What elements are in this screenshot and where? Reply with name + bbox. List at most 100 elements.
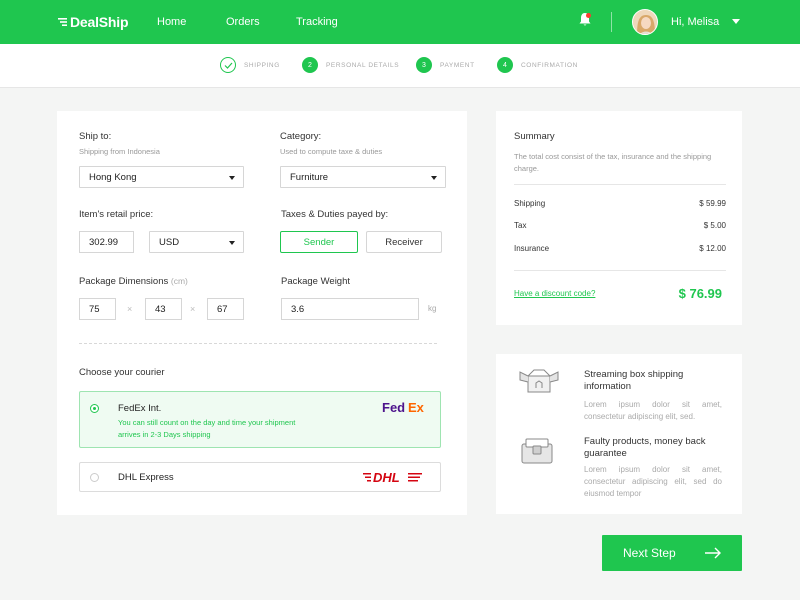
step-number: 2 <box>302 57 318 73</box>
width-input[interactable]: 43 <box>145 298 182 320</box>
nav-home[interactable]: Home <box>157 16 186 28</box>
summary-row-insurance: Insurance $ 12.00 <box>514 244 726 253</box>
caret-down-icon <box>229 176 235 180</box>
user-greeting[interactable]: Hi, Melisa <box>671 16 719 28</box>
weight-unit: kg <box>428 304 437 313</box>
info-text-shipping: Lorem ipsum dolor sit amet, consectetur … <box>584 400 722 421</box>
discount-code-link[interactable]: Have a discount code? <box>514 289 595 298</box>
next-step-button[interactable]: Next Step <box>602 535 742 571</box>
category-value: Furniture <box>290 172 329 183</box>
step-label: CONFIRMATION <box>521 61 578 69</box>
taxes-payer-label: Taxes & Duties payed by: <box>281 209 389 220</box>
category-hint: Used to compute taxe & duties <box>280 147 383 156</box>
checkout-stepper: SHIPPING 2 PERSONAL DETAILS 3 PAYMENT 4 … <box>0 44 800 88</box>
times-separator: × <box>190 304 196 314</box>
nav-tracking[interactable]: Tracking <box>296 16 338 28</box>
chevron-down-icon[interactable] <box>732 19 740 24</box>
row-value: $ 5.00 <box>703 221 726 230</box>
top-navbar: DealShip Home Orders Tracking Hi, Melisa <box>0 0 800 44</box>
fedex-radio[interactable] <box>90 404 99 413</box>
row-value: $ 59.99 <box>699 199 726 208</box>
section-divider <box>79 343 437 344</box>
height-input[interactable]: 67 <box>207 298 244 320</box>
svg-text:Ex: Ex <box>408 400 425 415</box>
caret-down-icon <box>431 176 437 180</box>
svg-text:DHL: DHL <box>373 470 400 485</box>
step-confirmation[interactable]: 4 CONFIRMATION <box>497 57 578 73</box>
summary-row-shipping: Shipping $ 59.99 <box>514 199 726 208</box>
ship-to-label: Ship to: <box>79 131 112 142</box>
currency-value: USD <box>159 237 180 248</box>
step-number: 4 <box>497 57 513 73</box>
weight-input[interactable]: 3.6 <box>281 298 419 320</box>
retail-price-input[interactable]: 302.99 <box>79 231 134 253</box>
fedex-name: FedEx Int. <box>118 403 162 414</box>
dhl-radio[interactable] <box>90 473 99 482</box>
weight-value: 3.6 <box>291 304 305 315</box>
wallet-icon <box>521 438 553 464</box>
caret-down-icon <box>229 241 235 245</box>
row-label: Shipping <box>514 199 546 208</box>
svg-text:Fed: Fed <box>382 400 405 415</box>
avatar[interactable] <box>632 9 658 35</box>
step-label: PERSONAL DETAILS <box>326 61 400 69</box>
ship-to-value: Hong Kong <box>89 172 137 183</box>
summary-description: The total cost consist of the tax, insur… <box>514 152 712 173</box>
retail-price-label: Item's retail price: <box>79 209 154 220</box>
step-payment[interactable]: 3 PAYMENT <box>416 57 475 73</box>
dhl-name: DHL Express <box>118 472 174 483</box>
speed-lines-icon <box>58 18 67 26</box>
row-label: Tax <box>514 221 527 230</box>
summary-row-tax: Tax $ 5.00 <box>514 221 726 230</box>
currency-select[interactable]: USD <box>149 231 244 253</box>
dhl-logo: DHL <box>363 470 422 485</box>
summary-title: Summary <box>514 131 555 142</box>
category-select[interactable]: Furniture <box>280 166 446 188</box>
row-label: Insurance <box>514 244 550 253</box>
avatar-image <box>633 10 657 34</box>
choose-courier-label: Choose your courier <box>79 367 165 378</box>
summary-divider <box>514 270 726 271</box>
summary-card: Summary The total cost consist of the ta… <box>496 111 742 325</box>
receiver-button[interactable]: Receiver <box>366 231 442 253</box>
brand-logo[interactable]: DealShip <box>58 14 129 30</box>
step-shipping[interactable]: SHIPPING <box>220 57 280 73</box>
check-icon <box>220 57 236 73</box>
step-personal-details[interactable]: 2 PERSONAL DETAILS <box>302 57 399 73</box>
header-divider <box>611 12 612 32</box>
info-title-guarantee: Faulty products, money back guarantee <box>584 436 706 459</box>
category-label: Category: <box>280 131 322 142</box>
info-card: Streaming box shipping information Lorem… <box>496 354 742 514</box>
ship-to-hint: Shipping from Indonesia <box>79 147 160 156</box>
retail-price-value: 302.99 <box>89 237 119 248</box>
dimensions-label-text: Package Dimensions <box>79 276 169 287</box>
arrow-right-icon <box>705 547 721 559</box>
summary-divider <box>514 184 726 185</box>
nav-orders[interactable]: Orders <box>226 16 260 28</box>
fedex-logo: Fed Ex <box>382 400 425 415</box>
step-label: SHIPPING <box>244 61 280 69</box>
height-value: 67 <box>217 304 228 315</box>
length-value: 75 <box>89 304 100 315</box>
width-value: 43 <box>155 304 166 315</box>
fedex-note: You can still count on the day and time … <box>118 418 296 439</box>
info-title-shipping: Streaming box shipping information <box>584 369 684 392</box>
dimensions-unit: (cm) <box>170 276 188 286</box>
next-step-label: Next Step <box>623 546 676 560</box>
row-value: $ 12.00 <box>699 244 726 253</box>
ship-to-select[interactable]: Hong Kong <box>79 166 244 188</box>
info-text-guarantee: Lorem ipsum dolor sit amet, consectetur … <box>584 465 722 498</box>
length-input[interactable]: 75 <box>79 298 116 320</box>
open-box-icon <box>519 369 559 393</box>
sender-button[interactable]: Sender <box>280 231 358 253</box>
notification-dot <box>586 13 591 18</box>
package-weight-label: Package Weight <box>281 276 351 287</box>
courier-option-dhl[interactable]: DHL Express DHL <box>79 462 441 492</box>
brand-name: DealShip <box>70 14 129 30</box>
step-number: 3 <box>416 57 432 73</box>
total-amount: $ 76.99 <box>678 286 722 301</box>
courier-option-fedex[interactable]: FedEx Int. You can still count on the da… <box>79 391 441 448</box>
times-separator: × <box>127 304 133 314</box>
package-dimensions-label: Package Dimensions (cm) <box>79 276 188 287</box>
step-label: PAYMENT <box>440 61 475 69</box>
